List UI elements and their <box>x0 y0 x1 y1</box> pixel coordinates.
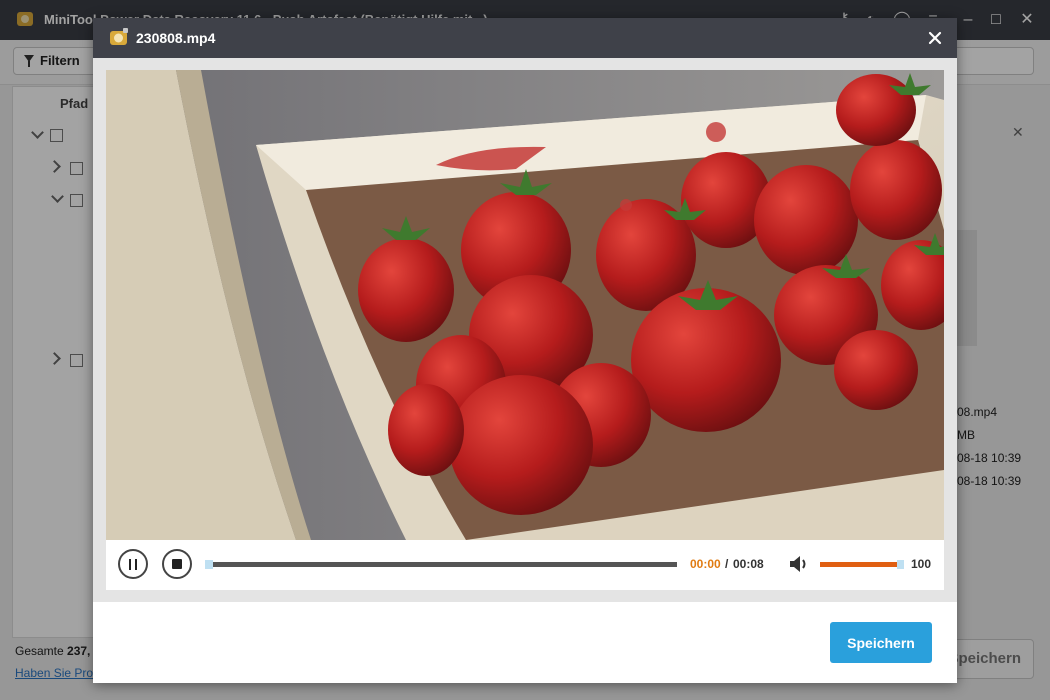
close-icon[interactable] <box>922 25 948 51</box>
stop-button[interactable] <box>162 549 192 579</box>
volume-icon[interactable] <box>788 554 810 574</box>
time-separator: / <box>725 557 729 571</box>
dialog-header: 230808.mp4 <box>93 18 957 58</box>
volume-slider[interactable] <box>820 560 904 569</box>
app-logo-icon <box>110 28 128 45</box>
save-button[interactable]: Speichern <box>830 622 932 663</box>
time-total: 00:08 <box>733 557 764 571</box>
volume-fill <box>820 562 904 567</box>
dialog-title: 230808.mp4 <box>136 30 216 46</box>
video-preview-dialog: 230808.mp4 00:00 / 00:08 100 Speichern <box>93 18 957 683</box>
video-frame[interactable] <box>106 70 944 540</box>
seek-slider[interactable] <box>205 560 677 569</box>
player-controls: 00:00 / 00:08 100 <box>106 540 944 590</box>
video-player: 00:00 / 00:08 100 <box>93 58 957 602</box>
volume-value: 100 <box>911 557 932 571</box>
stop-icon <box>172 559 182 569</box>
time-current: 00:00 <box>690 557 721 571</box>
seek-handle[interactable] <box>205 560 213 569</box>
volume-handle[interactable] <box>897 560 904 569</box>
pause-icon <box>129 559 137 570</box>
pause-button[interactable] <box>118 549 148 579</box>
